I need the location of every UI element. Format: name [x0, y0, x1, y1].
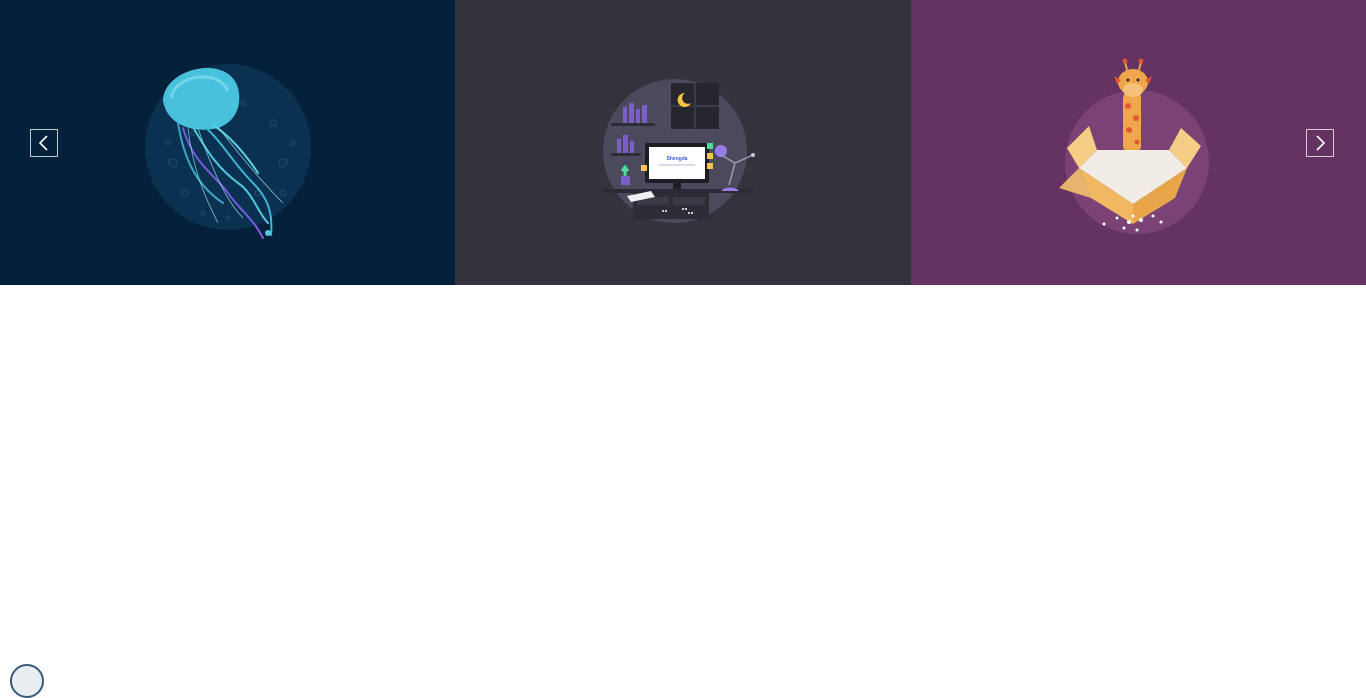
giraffe-in-box-illustration	[1058, 58, 1209, 234]
carousel-slide-workspace[interactable]: Shengda	[455, 0, 911, 285]
carousel-prev-button[interactable]	[30, 129, 58, 157]
monitor-screen-text: Shengda	[666, 156, 687, 162]
carousel-slide-jellyfish[interactable]	[0, 0, 455, 285]
carousel-slide-giraffe[interactable]	[911, 0, 1366, 285]
image-carousel: Shengda	[0, 0, 1366, 285]
chevron-right-icon	[1316, 135, 1326, 151]
night-desk-computer-illustration: Shengda	[603, 78, 755, 223]
circle-avatar-icon[interactable]	[10, 664, 44, 698]
chevron-left-icon	[38, 135, 48, 151]
jellyfish-illustration	[144, 63, 311, 239]
carousel-next-button[interactable]	[1306, 129, 1334, 157]
